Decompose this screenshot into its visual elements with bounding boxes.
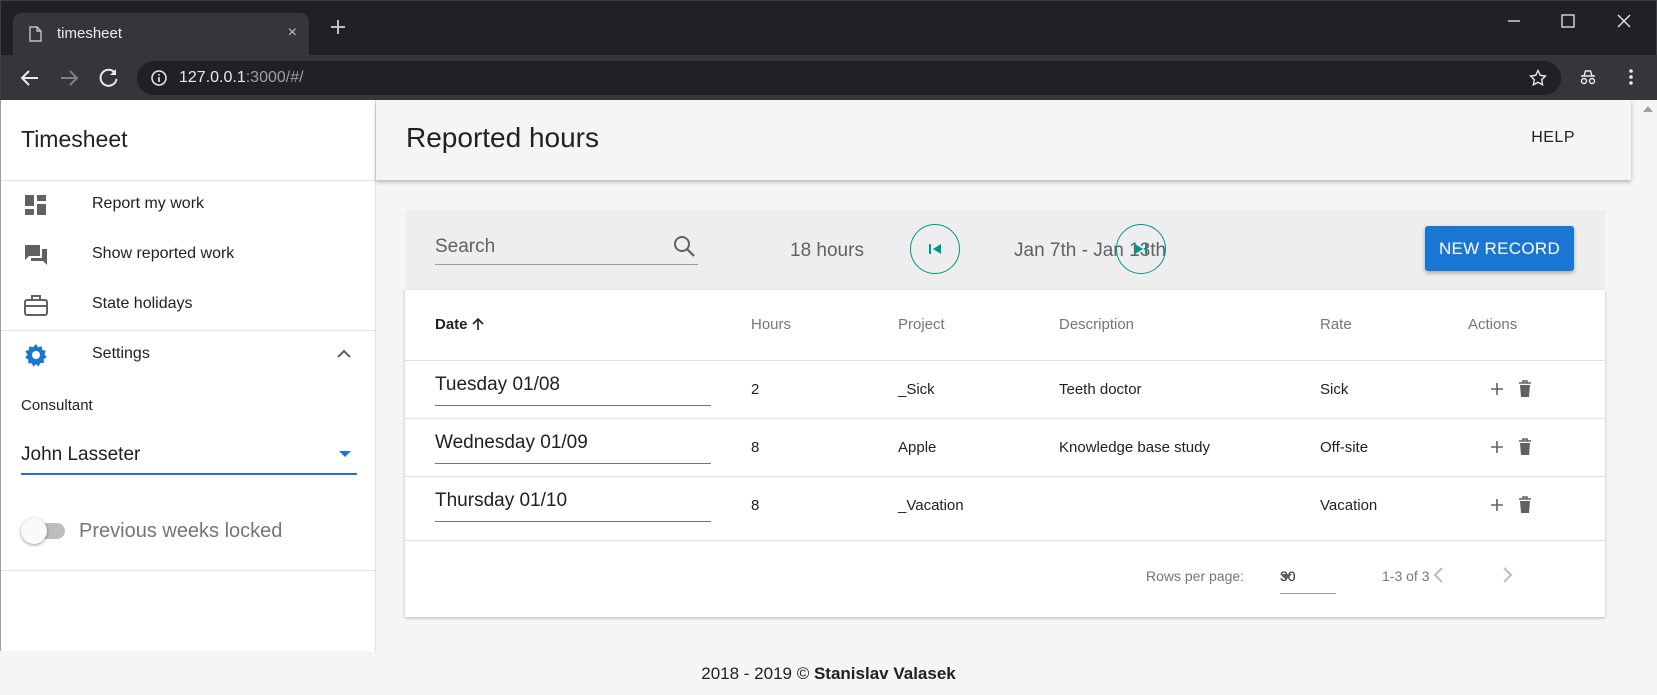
app-bar: Reported hours HELP xyxy=(376,100,1631,180)
table-pagination: Rows per page: 30 1-3 of 3 xyxy=(405,540,1605,617)
new-record-button[interactable]: NEW RECORD xyxy=(1425,226,1574,271)
briefcase-icon xyxy=(24,295,48,316)
consultant-value: John Lasseter xyxy=(21,444,141,465)
page-title: Reported hours xyxy=(406,122,600,153)
add-icon[interactable] xyxy=(1487,436,1507,458)
scroll-up-arrow-icon[interactable] xyxy=(1643,106,1653,112)
rate-cell: Vacation xyxy=(1320,497,1378,514)
description-cell: Teeth doctor xyxy=(1059,381,1142,398)
total-hours: 18 hours xyxy=(790,240,864,261)
column-header-description[interactable]: Description xyxy=(1059,316,1134,333)
skip-previous-icon xyxy=(929,244,941,254)
delete-icon[interactable] xyxy=(1515,494,1535,516)
skip-next-icon xyxy=(1135,244,1147,254)
browser-tab[interactable]: timesheet × xyxy=(13,13,309,55)
back-icon[interactable] xyxy=(19,67,41,89)
rate-cell: Sick xyxy=(1320,381,1349,398)
project-cell: _Vacation xyxy=(898,497,964,514)
document-icon xyxy=(29,26,42,42)
search-field[interactable] xyxy=(435,231,698,265)
side-drawer: Timesheet Report my work Show reported w… xyxy=(0,100,376,651)
previous-week-button[interactable] xyxy=(910,224,960,274)
tab-title: timesheet xyxy=(57,25,123,42)
add-icon[interactable] xyxy=(1487,494,1507,516)
table-row: Tuesday 01/08 2 _Sick Teeth doctor Sick xyxy=(405,360,1605,418)
forward-icon[interactable] xyxy=(58,67,80,89)
project-cell: _Sick xyxy=(898,381,935,398)
hours-cell: 2 xyxy=(751,381,760,398)
consultant-label: Consultant xyxy=(21,397,93,414)
footer-text: 2018 - 2019 © Stanislav Valasek xyxy=(701,664,956,683)
hours-table: Date Hours Project Description Rate Acti… xyxy=(405,290,1605,617)
help-button[interactable]: HELP xyxy=(1531,129,1575,147)
scrollbar[interactable] xyxy=(1639,100,1657,651)
nav-label: Report my work xyxy=(92,195,205,212)
table-row: Thursday 01/10 8 _Vacation Vacation xyxy=(405,476,1605,534)
footer: 2018 - 2019 © Stanislav Valasek xyxy=(0,651,1657,695)
gear-icon xyxy=(25,344,47,367)
browser-toolbar: 127.0.0.1:3000/#/ xyxy=(1,55,1657,101)
rows-per-page-select[interactable]: 30 xyxy=(1280,558,1336,594)
minimize-icon[interactable] xyxy=(1502,11,1526,31)
browser-chrome: timesheet × 127.0.0.1:3000/#/ xyxy=(0,0,1657,101)
rate-cell: Off-site xyxy=(1320,439,1369,456)
info-icon[interactable] xyxy=(151,70,167,86)
close-window-icon[interactable] xyxy=(1612,11,1636,31)
app: Timesheet Report my work Show reported w… xyxy=(0,100,1657,695)
column-header-actions: Actions xyxy=(1468,316,1518,333)
maximize-icon[interactable] xyxy=(1556,11,1580,31)
app-title: Timesheet xyxy=(21,126,128,152)
rows-per-page-label: Rows per page: xyxy=(1146,568,1245,584)
date-field[interactable]: Wednesday 01/09 xyxy=(435,427,711,464)
forum-icon xyxy=(25,245,47,265)
divider xyxy=(1,570,376,571)
search-icon[interactable] xyxy=(672,234,696,258)
pagination-range: 1-3 of 3 xyxy=(1382,568,1430,584)
url-text: 127.0.0.1:3000/#/ xyxy=(179,69,304,86)
nav-label: State holidays xyxy=(92,295,193,312)
filter-bar: 18 hours Jan 7th - Jan 13th NEW RECORD xyxy=(405,210,1605,290)
nav-label: Show reported work xyxy=(92,245,235,262)
tab-close-icon[interactable]: × xyxy=(288,24,297,42)
sort-arrow-up-icon xyxy=(471,317,484,330)
add-icon[interactable] xyxy=(1487,378,1507,400)
consultant-select[interactable]: John Lasseter xyxy=(21,427,357,475)
more-vert-icon[interactable] xyxy=(1621,67,1641,87)
search-input[interactable] xyxy=(435,233,655,261)
chevron-up-icon[interactable] xyxy=(334,344,354,364)
next-week-button[interactable] xyxy=(1116,224,1166,274)
bookmark-star-icon[interactable] xyxy=(1529,69,1547,87)
delete-icon[interactable] xyxy=(1515,436,1535,458)
description-cell: Knowledge base study xyxy=(1059,439,1210,456)
hours-cell: 8 xyxy=(751,497,760,514)
nav-item-settings[interactable]: Settings xyxy=(1,330,376,380)
address-bar[interactable]: 127.0.0.1:3000/#/ xyxy=(137,61,1561,95)
column-header-project[interactable]: Project xyxy=(898,316,945,333)
reload-icon[interactable] xyxy=(98,67,120,89)
lock-weeks-label: Previous weeks locked xyxy=(79,520,283,542)
nav-item-state-holidays[interactable]: State holidays xyxy=(1,280,376,330)
dashboard-icon xyxy=(25,195,46,215)
new-tab-icon[interactable] xyxy=(328,17,348,37)
previous-page-icon[interactable] xyxy=(1427,563,1451,587)
toggle-thumb xyxy=(21,518,47,544)
incognito-extension-icon[interactable] xyxy=(1578,67,1598,87)
hours-cell: 8 xyxy=(751,439,760,456)
dropdown-arrow-icon xyxy=(339,451,351,457)
column-header-rate[interactable]: Rate xyxy=(1320,316,1352,333)
delete-icon[interactable] xyxy=(1515,378,1535,400)
next-page-icon[interactable] xyxy=(1495,563,1519,587)
column-header-hours[interactable]: Hours xyxy=(751,316,791,333)
table-row: Wednesday 01/09 8 Apple Knowledge base s… xyxy=(405,418,1605,476)
dropdown-arrow-icon xyxy=(1280,574,1292,580)
project-cell: Apple xyxy=(898,439,937,456)
date-field[interactable]: Thursday 01/10 xyxy=(435,485,711,522)
date-field[interactable]: Tuesday 01/08 xyxy=(435,369,711,406)
nav-item-report-my-work[interactable]: Report my work xyxy=(1,180,376,230)
nav-label: Settings xyxy=(92,345,150,362)
nav-item-show-reported-work[interactable]: Show reported work xyxy=(1,230,376,280)
lock-weeks-toggle[interactable] xyxy=(21,516,67,544)
column-header-date[interactable]: Date xyxy=(435,316,485,333)
